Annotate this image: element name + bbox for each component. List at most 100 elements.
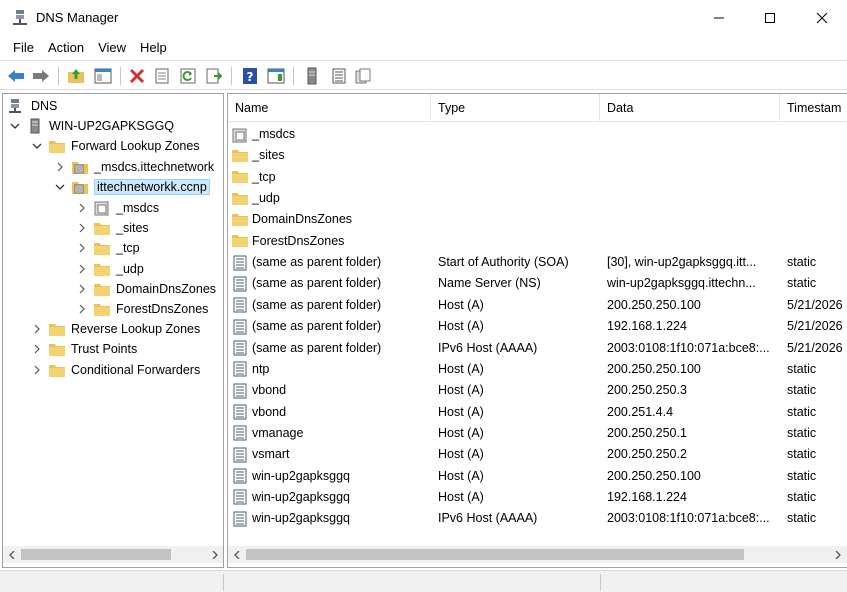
record-data: [607, 167, 777, 188]
tree-item-dns[interactable]: DNS: [7, 96, 57, 116]
zone-icon[interactable]: [329, 66, 349, 86]
table-row[interactable]: (same as parent folder) Host (A) 192.168.1…: [228, 316, 847, 337]
tree-item-reverse-lookup-zones[interactable]: Reverse Lookup Zones: [31, 319, 200, 339]
folder-icon: [49, 341, 65, 357]
menu-file[interactable]: File: [6, 37, 41, 58]
record-type: Host (A): [438, 297, 484, 312]
collapse-chevron-icon[interactable]: [9, 120, 21, 132]
action-pane-icon[interactable]: [266, 66, 286, 86]
record-name-cell: _msdcs: [232, 124, 432, 145]
tree-item-udp[interactable]: _udp: [76, 259, 144, 279]
export-list-icon[interactable]: [204, 66, 224, 86]
expand-chevron-icon[interactable]: [76, 222, 88, 234]
tree-item-sites[interactable]: _sites: [76, 218, 149, 238]
record-type: Host (A): [438, 319, 484, 334]
table-row[interactable]: (same as parent folder) IPv6 Host (AAAA) 2…: [228, 338, 847, 359]
table-row[interactable]: vsmart Host (A) 200.250.250.2 static: [228, 444, 847, 465]
properties-icon[interactable]: [152, 66, 172, 86]
tree-item-tcp[interactable]: _tcp: [76, 238, 140, 258]
scroll-right-icon[interactable]: [829, 546, 846, 563]
record-name-cell: ForestDnsZones: [232, 231, 432, 252]
scroll-thumb[interactable]: [21, 549, 171, 560]
tree-item-ittechnetworkk-zone[interactable]: ittechnetworkk.ccnp: [54, 177, 210, 197]
scroll-left-icon[interactable]: [3, 546, 20, 563]
table-row[interactable]: (same as parent folder) Start of Authorit…: [228, 252, 847, 273]
show-hide-tree-icon[interactable]: [93, 66, 113, 86]
table-row[interactable]: win-up2gapksggq Host (A) 192.168.1.224 stat…: [228, 487, 847, 508]
refresh-icon[interactable]: [178, 66, 198, 86]
column-header-type[interactable]: Type: [431, 94, 600, 122]
details-horizontal-scrollbar[interactable]: [228, 546, 847, 563]
dns-icon: [7, 98, 23, 114]
record-name-cell: (same as parent folder): [232, 316, 432, 337]
tree-item-conditional-forwarders[interactable]: Conditional Forwarders: [31, 360, 200, 380]
menu-view[interactable]: View: [91, 37, 133, 58]
table-row[interactable]: win-up2gapksggq IPv6 Host (AAAA) 2003:0108…: [228, 508, 847, 529]
expand-chevron-icon[interactable]: [76, 242, 88, 254]
scroll-right-icon[interactable]: [206, 546, 223, 563]
table-row[interactable]: vmanage Host (A) 200.250.250.1 static: [228, 423, 847, 444]
column-header-data[interactable]: Data: [600, 94, 780, 122]
table-row[interactable]: _sites: [228, 145, 847, 166]
collapse-chevron-icon[interactable]: [31, 140, 43, 152]
tree-item-trust-points[interactable]: Trust Points: [31, 339, 137, 359]
tree-item-forestdnszones[interactable]: ForestDnsZones: [76, 299, 208, 319]
details-pane: Name Type Data Timestam _msdcs _sites _tcp…: [227, 93, 847, 568]
close-button[interactable]: [796, 0, 847, 36]
tree-item-msdcs[interactable]: _msdcs: [76, 198, 159, 218]
table-row[interactable]: win-up2gapksggq Host (A) 200.250.250.100 st…: [228, 466, 847, 487]
expand-chevron-icon[interactable]: [76, 303, 88, 315]
forward-icon[interactable]: [31, 66, 51, 86]
tree-item-server[interactable]: WIN-UP2GAPKSGGQ: [9, 116, 174, 136]
folder-icon: [232, 212, 248, 228]
up-folder-icon[interactable]: [66, 66, 86, 86]
table-row[interactable]: (same as parent folder) Name Server (NS) w…: [228, 273, 847, 294]
table-row[interactable]: ForestDnsZones: [228, 231, 847, 252]
column-header-timestamp[interactable]: Timestam: [780, 94, 847, 122]
record-data: [30], win-up2gapksggq.itt...: [607, 255, 757, 270]
title-bar: DNS Manager: [0, 0, 847, 36]
maximize-button[interactable]: [744, 0, 796, 36]
table-row[interactable]: ntp Host (A) 200.250.250.100 static: [228, 359, 847, 380]
table-row[interactable]: (same as parent folder) Host (A) 200.250.2…: [228, 295, 847, 316]
record-name: ntp: [252, 361, 270, 376]
scroll-thumb[interactable]: [246, 549, 744, 560]
record-timestamp: [787, 209, 847, 230]
expand-chevron-icon[interactable]: [31, 323, 43, 335]
expand-chevron-icon[interactable]: [31, 364, 43, 376]
menu-action[interactable]: Action: [41, 37, 91, 58]
help-icon[interactable]: ?: [240, 66, 260, 86]
scroll-left-icon[interactable]: [228, 546, 245, 563]
expand-chevron-icon[interactable]: [76, 263, 88, 275]
table-row[interactable]: _udp: [228, 188, 847, 209]
folder-icon: [232, 233, 248, 249]
table-row[interactable]: vbond Host (A) 200.251.4.4 static: [228, 402, 847, 423]
folder-icon: [94, 281, 110, 297]
table-row[interactable]: _msdcs: [228, 124, 847, 145]
record-name: _msdcs: [252, 127, 296, 141]
tree-item-msdcs-zone[interactable]: _msdcs.ittechnetwork: [54, 157, 214, 177]
tree-item-forward-lookup-zones[interactable]: Forward Lookup Zones: [31, 136, 200, 156]
expand-chevron-icon[interactable]: [76, 202, 88, 214]
record-timestamp: static: [787, 255, 817, 270]
tree-item-domaindnszones[interactable]: DomainDnsZones: [76, 279, 216, 299]
tree-horizontal-scrollbar[interactable]: [3, 546, 223, 563]
minimize-button[interactable]: [693, 0, 745, 36]
collapse-chevron-icon[interactable]: [54, 181, 66, 193]
table-row[interactable]: vbond Host (A) 200.250.250.3 static: [228, 380, 847, 401]
server-icon[interactable]: [302, 66, 322, 86]
tree-label: _msdcs: [116, 201, 160, 215]
record-data: 200.251.4.4: [607, 404, 674, 419]
record-timestamp: [787, 231, 847, 252]
expand-chevron-icon[interactable]: [31, 343, 43, 355]
back-icon[interactable]: [6, 66, 26, 86]
menu-help[interactable]: Help: [133, 37, 174, 58]
expand-chevron-icon[interactable]: [76, 283, 88, 295]
table-row[interactable]: _tcp: [228, 167, 847, 188]
column-header-name[interactable]: Name: [228, 94, 431, 122]
delete-icon[interactable]: [127, 66, 147, 86]
table-row[interactable]: DomainDnsZones: [228, 209, 847, 230]
menu-bar: File Action View Help: [0, 36, 847, 58]
expand-chevron-icon[interactable]: [54, 161, 66, 173]
record-icon[interactable]: [353, 66, 373, 86]
